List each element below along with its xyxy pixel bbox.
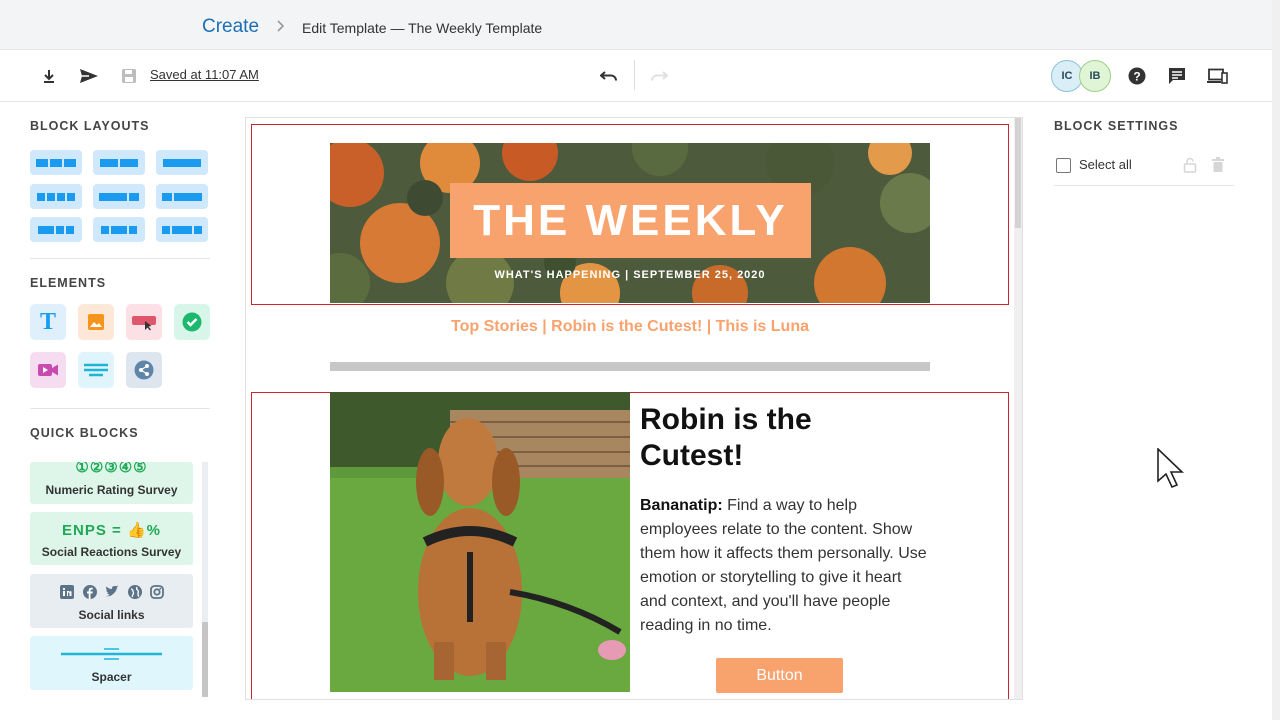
quick-blocks-scrollbar[interactable] — [202, 462, 208, 697]
dog-photo[interactable] — [330, 392, 630, 692]
layout-wide-narrow[interactable] — [93, 184, 145, 209]
divider-bar — [330, 362, 930, 371]
svg-text:?: ? — [1133, 70, 1140, 84]
saved-status-link[interactable]: Saved at 11:07 AM — [150, 67, 259, 82]
quick-block-label: Social Reactions Survey — [41, 545, 182, 559]
avatar-ib[interactable]: IB — [1079, 60, 1111, 92]
quick-blocks-title: QUICK BLOCKS — [30, 426, 139, 440]
story-title[interactable]: Robin is the Cutest! — [640, 402, 910, 474]
instagram-icon — [150, 585, 164, 599]
share-element-icon[interactable] — [126, 352, 162, 388]
send-icon[interactable] — [78, 66, 100, 86]
layout-three-column[interactable] — [30, 150, 82, 175]
layout-one-two[interactable] — [156, 217, 208, 242]
quick-block-label: Numeric Rating Survey — [45, 483, 178, 497]
save-icon[interactable] — [118, 66, 140, 86]
divider — [30, 258, 210, 259]
scrollbar-thumb[interactable] — [202, 622, 208, 697]
window-scrollbar[interactable] — [1272, 0, 1280, 720]
video-element-icon[interactable] — [30, 352, 66, 388]
email-body: THE WEEKLY WHAT'S HAPPENING | SEPTEMBER … — [246, 118, 1014, 699]
comment-icon[interactable] — [1166, 66, 1188, 86]
select-all-checkbox[interactable] — [1056, 158, 1071, 173]
chevron-right-icon — [276, 19, 286, 35]
quick-block-label: Social links — [78, 608, 145, 622]
hero-title: THE WEEKLY — [450, 183, 811, 258]
lock-icon[interactable] — [1183, 157, 1197, 173]
select-all-label[interactable]: Select all — [1079, 157, 1132, 172]
block-settings-panel: BLOCK SETTINGS Select all — [1038, 102, 1272, 720]
email-canvas: THE WEEKLY WHAT'S HAPPENING | SEPTEMBER … — [245, 117, 1023, 700]
facebook-icon — [82, 585, 97, 599]
block-layouts-title: BLOCK LAYOUTS — [30, 119, 150, 133]
toolbar-divider — [634, 60, 635, 90]
mouse-cursor-icon — [1157, 448, 1184, 489]
layout-narrow-wide[interactable] — [156, 184, 208, 209]
story-button[interactable]: Button — [716, 658, 843, 693]
elements-title: ELEMENTS — [30, 276, 107, 290]
hero-subtitle: WHAT'S HAPPENING | SEPTEMBER 25, 2020 — [494, 269, 766, 281]
editor-toolbar: Saved at 11:07 AM IC IB ? — [0, 50, 1272, 102]
numeric-rating-icons: ①②③④⑤ — [75, 462, 148, 474]
devices-icon[interactable] — [1206, 66, 1228, 86]
layout-four-column[interactable] — [30, 184, 82, 209]
scrollbar-thumb[interactable] — [1015, 118, 1021, 228]
quick-block-social-reactions[interactable]: ENPS = 👍% Social Reactions Survey — [30, 512, 193, 565]
divider-element-icon[interactable] — [78, 352, 114, 388]
redo-icon[interactable] — [648, 66, 670, 86]
block-settings-title: BLOCK SETTINGS — [1054, 119, 1179, 133]
quick-block-numeric-rating[interactable]: ①②③④⑤ Numeric Rating Survey — [30, 462, 193, 504]
nav-links[interactable]: Top Stories | Robin is the Cutest! | Thi… — [246, 318, 1014, 336]
story-lead: Bananatip: — [640, 497, 723, 514]
enps-icon: ENPS = 👍% — [62, 522, 161, 539]
download-icon[interactable] — [38, 66, 60, 86]
left-panel: BLOCK LAYOUTS ELEMENTS T QUICK BLOCKS ①②… — [0, 102, 225, 720]
story-body[interactable]: Bananatip: Find a way to help employees … — [640, 494, 930, 638]
divider — [1054, 185, 1234, 186]
hero-banner-image[interactable]: THE WEEKLY WHAT'S HAPPENING | SEPTEMBER … — [330, 143, 930, 303]
divider — [30, 408, 210, 409]
check-element-icon[interactable] — [174, 304, 210, 340]
layout-one-two-one[interactable] — [93, 217, 145, 242]
breadcrumb-create-link[interactable]: Create — [202, 16, 259, 38]
dog-image — [330, 392, 630, 692]
quick-block-spacer[interactable]: Spacer — [30, 636, 193, 690]
button-element-icon[interactable] — [126, 304, 162, 340]
quick-block-label: Spacer — [91, 670, 132, 684]
undo-icon[interactable] — [598, 66, 620, 86]
trash-icon[interactable] — [1212, 157, 1224, 172]
canvas-scrollbar[interactable] — [1014, 118, 1022, 699]
layout-two-column[interactable] — [93, 150, 145, 175]
website-icon — [127, 585, 142, 599]
social-icons — [60, 585, 164, 599]
linkedin-icon — [60, 585, 74, 599]
text-element-icon[interactable]: T — [30, 304, 66, 340]
twitter-icon — [106, 585, 119, 597]
layout-two-one[interactable] — [30, 217, 82, 242]
help-icon[interactable]: ? — [1126, 66, 1148, 86]
breadcrumb: Create Edit Template — The Weekly Templa… — [0, 0, 1272, 50]
quick-block-social-links[interactable]: Social links — [30, 574, 193, 628]
layout-one-column[interactable] — [156, 150, 208, 175]
spacer-icon — [61, 648, 162, 660]
image-element-icon[interactable] — [78, 304, 114, 340]
story-text: Find a way to help employees relate to t… — [640, 497, 927, 634]
breadcrumb-current: Edit Template — The Weekly Template — [302, 20, 543, 36]
